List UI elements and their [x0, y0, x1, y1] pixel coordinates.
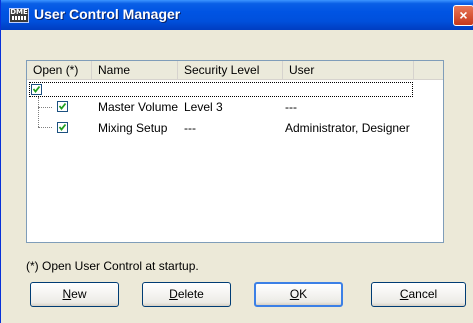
column-header-name[interactable]: Name [92, 61, 178, 80]
open-checkbox-mixing-setup[interactable] [57, 122, 68, 133]
close-icon: × [459, 7, 468, 23]
ok-button[interactable]: OK [254, 282, 343, 307]
user-control-manager-window: DME User Control Manager × Open (*) Name… [0, 0, 473, 323]
cell-name: Mixing Setup [98, 121, 168, 135]
cell-user: --- [285, 100, 297, 114]
list-header: Open (*) Name Security Level User [27, 61, 443, 80]
check-icon [32, 85, 41, 93]
tree-branch [38, 107, 52, 108]
ok-mnemonic: O [289, 287, 300, 301]
title-bar[interactable]: DME User Control Manager × [1, 0, 473, 30]
cancel-button[interactable]: Cancel [371, 282, 466, 307]
cell-security-level: --- [184, 121, 196, 135]
delete-button[interactable]: Delete [142, 282, 231, 307]
window-title: User Control Manager [34, 6, 181, 22]
cell-name: Master Volume [98, 100, 179, 114]
tree-branch [38, 127, 52, 128]
tree-line [38, 97, 39, 127]
cell-security-level: Level 3 [184, 100, 223, 114]
delete-label-rest: elete [177, 287, 204, 301]
delete-mnemonic: D [169, 287, 178, 301]
app-icon: DME [9, 8, 29, 23]
cell-user: Administrator, Designer [285, 121, 410, 135]
cancel-label-rest: ancel [408, 287, 438, 301]
open-checkbox-master-volume[interactable] [57, 101, 68, 112]
ok-label-rest: K [299, 287, 308, 301]
app-icon-label: DME [10, 8, 28, 16]
check-icon [58, 123, 67, 131]
check-icon [58, 102, 67, 110]
column-header-user[interactable]: User [283, 61, 414, 80]
new-mnemonic: N [62, 287, 72, 301]
column-header-open[interactable]: Open (*) [27, 61, 92, 80]
new-label-rest: ew [71, 287, 87, 301]
column-header-filler [414, 61, 443, 80]
root-checkbox[interactable] [31, 84, 42, 95]
column-header-security-level[interactable]: Security Level [178, 61, 283, 80]
close-button[interactable]: × [453, 5, 473, 26]
new-button[interactable]: New [30, 282, 119, 307]
startup-footnote: (*) Open User Control at startup. [26, 259, 199, 273]
user-control-list[interactable]: Open (*) Name Security Level User Master… [26, 60, 444, 243]
tree-root-row[interactable] [29, 82, 413, 97]
